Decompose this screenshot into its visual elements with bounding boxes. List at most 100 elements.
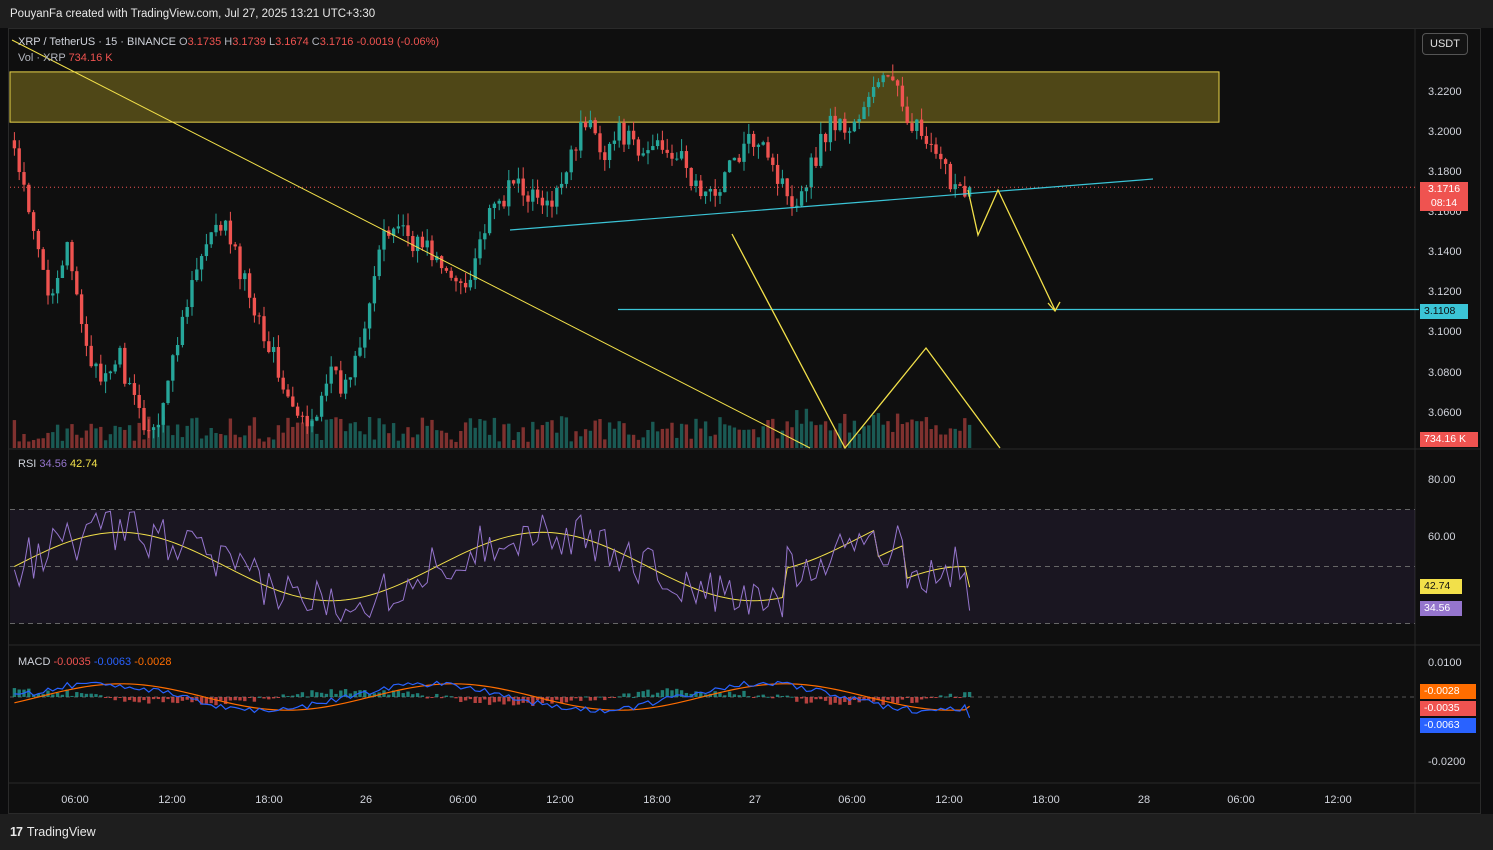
macd-histogram-bar — [473, 697, 477, 703]
volume-bar — [943, 434, 948, 448]
candle — [747, 133, 751, 144]
macd-histogram-bar — [574, 697, 578, 699]
volume-bar — [617, 421, 621, 448]
macd-histogram-bar — [737, 695, 741, 697]
candle — [113, 364, 117, 372]
volume-bar — [819, 424, 823, 448]
candle — [406, 225, 410, 237]
volume-bar — [958, 430, 962, 448]
candle — [838, 118, 842, 131]
rsi-label[interactable]: RSI — [18, 458, 36, 470]
volume-bar — [636, 439, 641, 448]
volume-bar — [924, 417, 929, 448]
macd-histogram-bar — [828, 697, 833, 705]
candle — [516, 178, 521, 184]
volume-bar — [425, 425, 429, 448]
candle — [300, 415, 305, 417]
low-value: 3.1674 — [275, 36, 309, 48]
macd-histogram-bar — [319, 692, 324, 697]
candle — [857, 119, 861, 122]
candle — [291, 396, 295, 407]
macd-histogram-bar — [507, 697, 511, 702]
macd-histogram-bar — [315, 692, 319, 697]
volume-bar — [252, 417, 257, 448]
currency-button[interactable]: USDT — [1422, 33, 1468, 55]
candle — [876, 82, 881, 87]
candle — [295, 406, 300, 416]
candle — [665, 149, 669, 153]
volume-bar — [180, 437, 185, 448]
candle — [540, 197, 545, 206]
candle — [233, 244, 237, 247]
volume-bar — [689, 438, 693, 448]
volume-bar — [478, 419, 482, 448]
volume-bar — [598, 419, 602, 448]
candle — [118, 347, 122, 365]
candle — [617, 122, 621, 141]
macd-histogram-bar — [915, 697, 919, 703]
time-tick: 12:00 — [1324, 794, 1352, 806]
volume-bar — [190, 418, 194, 448]
candle — [708, 188, 713, 192]
price-tick: 3.1000 — [1428, 326, 1462, 338]
candle — [919, 119, 924, 136]
volume-bar — [353, 422, 357, 448]
price-chart-svg[interactable] — [0, 0, 1493, 850]
volume-bar — [766, 420, 770, 448]
macd-histogram-bar — [723, 695, 727, 697]
volume-bar — [939, 434, 943, 448]
volume-bar — [540, 425, 545, 448]
volume-bar — [747, 429, 751, 448]
macd-histogram-bar — [751, 697, 756, 698]
volume-bar — [583, 429, 588, 448]
volume-bar — [286, 417, 290, 448]
tradingview-logo[interactable]: 17 TradingView — [10, 825, 96, 839]
macd-histogram-bar — [439, 697, 444, 699]
macd-histogram-bar — [257, 696, 261, 698]
symbol-name[interactable]: XRP / TetherUS · 15 · BINANCE — [18, 36, 176, 48]
volume-bar — [94, 428, 98, 448]
volume-bar — [439, 430, 444, 448]
candle — [46, 269, 50, 296]
macd-label[interactable]: MACD — [18, 656, 50, 668]
macd-histogram-bar — [94, 694, 98, 697]
candle — [228, 220, 233, 245]
candle — [670, 152, 674, 159]
candle — [963, 185, 967, 197]
candle — [247, 273, 252, 298]
volume-label[interactable]: Vol · XRP — [18, 52, 66, 64]
volume-bar — [655, 431, 660, 448]
macd-histogram-bar — [271, 697, 276, 699]
rsi-ma-badge: 42.74 — [1420, 579, 1462, 594]
change-value: -0.0019 (-0.06%) — [356, 36, 440, 48]
candle — [339, 370, 343, 394]
volume-bar — [396, 440, 401, 448]
rsi-value: 34.56 — [39, 458, 67, 470]
macd-histogram-bar — [555, 697, 559, 700]
macd-histogram-bar — [660, 690, 665, 697]
volume-bar — [607, 422, 612, 448]
volume-bar — [103, 440, 108, 448]
macd-histogram-bar — [425, 697, 429, 699]
candle — [915, 119, 919, 131]
candle — [430, 240, 434, 261]
candle — [36, 230, 41, 250]
volume-bar — [420, 417, 425, 448]
tradingview-brand: TradingView — [26, 825, 96, 839]
macd-histogram-bar — [454, 697, 458, 699]
macd-histogram-bar — [559, 697, 564, 703]
rsi-ma-value: 42.74 — [70, 458, 98, 470]
macd-histogram-bar — [900, 697, 905, 700]
volume-bar — [348, 423, 353, 448]
candle — [867, 96, 871, 108]
macd-histogram-bar — [732, 694, 737, 697]
volume-bar — [55, 424, 60, 448]
macd-line-value: -0.0063 — [93, 656, 132, 668]
candle — [41, 249, 45, 270]
macd-histogram-bar — [108, 697, 113, 698]
volume-bar — [756, 437, 761, 448]
candle — [209, 232, 213, 245]
price-tick: 3.1200 — [1428, 286, 1462, 298]
volume-bar — [862, 426, 866, 448]
time-tick: 12:00 — [935, 794, 963, 806]
